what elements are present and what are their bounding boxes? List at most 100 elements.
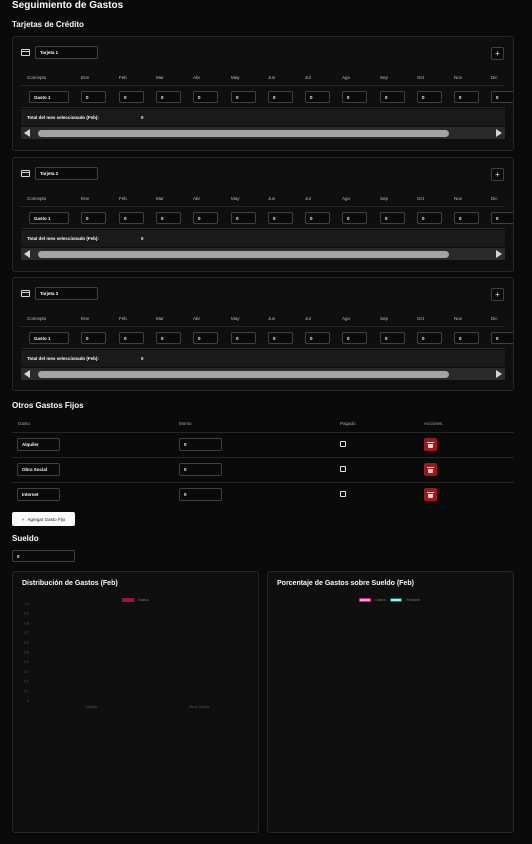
trash-icon (427, 491, 434, 498)
month-value-input[interactable]: 0 (268, 332, 293, 344)
expense-name-input[interactable]: Alquiler (17, 438, 60, 451)
divider (21, 228, 505, 229)
salary-input[interactable]: 0 (12, 550, 75, 562)
month-value-input[interactable]: 0 (231, 332, 256, 344)
month-value-input[interactable]: 0 (342, 332, 367, 344)
month-value-input[interactable]: 0 (305, 91, 330, 103)
y-tick-label: 0.6 (24, 641, 29, 645)
monthly-total-value: 0 (141, 356, 144, 361)
scroll-left-arrow-icon[interactable] (24, 370, 30, 378)
concept-input[interactable]: Gasto 1 (29, 91, 69, 103)
month-value-input[interactable]: 0 (193, 212, 218, 224)
month-value-input[interactable]: 0 (454, 91, 479, 103)
month-value-input[interactable]: 0 (342, 91, 367, 103)
concept-input[interactable]: Gasto 1 (29, 212, 69, 224)
month-value-input[interactable]: 0 (119, 212, 144, 224)
divider (12, 432, 514, 433)
scrollbar-thumb[interactable] (38, 251, 449, 258)
col-header-month: Ene (81, 316, 90, 321)
month-value-input[interactable]: 0 (231, 91, 256, 103)
delete-button[interactable] (424, 463, 437, 476)
month-value-input[interactable]: 0 (380, 332, 405, 344)
horizontal-scrollbar[interactable] (21, 248, 505, 260)
month-value-input[interactable]: 0 (417, 332, 442, 344)
paid-checkbox[interactable] (340, 466, 346, 472)
col-header-paid: Pagado (340, 421, 356, 426)
month-value-input[interactable]: 0 (380, 212, 405, 224)
col-header-actions: Acciones (424, 421, 443, 426)
scroll-left-arrow-icon[interactable] (24, 250, 30, 258)
scroll-right-arrow-icon[interactable] (496, 250, 502, 258)
card-name-input[interactable]: Tarjeta 3 (35, 287, 98, 300)
monthly-total-row: Total del mes seleccionado (Feb): 0 (21, 350, 505, 367)
divider (12, 482, 514, 483)
month-value-input[interactable]: 0 (454, 212, 479, 224)
expense-name-input[interactable]: Obra Social (17, 463, 60, 476)
bar-chart-plot: 1.0 0.9 0.8 0.7 0.6 0.5 0.4 0.3 0.2 0.1 0 Tarjetas O… (24, 602, 209, 709)
month-value-input[interactable]: 0 (81, 332, 106, 344)
card-name-input[interactable]: Tarjeta 2 (35, 167, 98, 180)
month-value-input[interactable]: 0 (231, 212, 256, 224)
col-header-month: Ene (81, 196, 90, 201)
month-value-input[interactable]: 0 (156, 91, 181, 103)
expense-amount-input[interactable]: 0 (179, 463, 222, 476)
add-fixed-expense-label: Agregar Gasto Fijo (27, 516, 66, 522)
col-header-month: May (231, 75, 240, 80)
col-header-month: Sep (380, 75, 389, 80)
month-value-input[interactable]: 0 (417, 91, 442, 103)
paid-checkbox[interactable] (340, 441, 346, 447)
month-value-input[interactable]: 0 (193, 91, 218, 103)
month-value-input[interactable]: 0 (81, 91, 106, 103)
month-value-input[interactable]: 0 (268, 212, 293, 224)
delete-button[interactable] (424, 488, 437, 501)
month-value-input[interactable]: 0 (491, 91, 513, 103)
scrollbar-thumb[interactable] (38, 371, 449, 378)
scroll-left-arrow-icon[interactable] (24, 129, 30, 137)
month-value-input[interactable]: 0 (81, 212, 106, 224)
monthly-total-row: Total del mes seleccionado (Feb): 0 (21, 109, 505, 126)
table-header-row: Concepto Ene Feb Mar Abr May Jun Jul Ago Sep Oct No… (13, 73, 513, 83)
add-row-button[interactable]: + (491, 168, 504, 181)
card-name-input[interactable]: Tarjeta 1 (35, 46, 98, 59)
month-value-input[interactable]: 0 (342, 212, 367, 224)
add-fixed-expense-button[interactable]: + Agregar Gasto Fijo (12, 512, 75, 526)
col-header-concept: Concepto (27, 316, 47, 321)
expense-amount-input[interactable]: 0 (179, 438, 222, 451)
month-value-input[interactable]: 0 (305, 332, 330, 344)
col-header-month: Mar (156, 75, 164, 80)
divider (21, 348, 505, 349)
expense-amount-input[interactable]: 0 (179, 488, 222, 501)
concept-input[interactable]: Gasto 1 (29, 332, 69, 344)
y-tick-label: 1.0 (24, 602, 29, 606)
expense-name-input[interactable]: Internet (17, 488, 60, 501)
table-header-row: Concepto Ene Feb Mar Abr May Jun Jul Ago Sep Oct No… (13, 194, 513, 204)
month-value-input[interactable]: 0 (380, 91, 405, 103)
scroll-right-arrow-icon[interactable] (496, 129, 502, 137)
month-value-input[interactable]: 0 (417, 212, 442, 224)
horizontal-scrollbar[interactable] (21, 368, 505, 380)
horizontal-scrollbar[interactable] (21, 127, 505, 139)
monthly-total-row: Total del mes seleccionado (Feb): 0 (21, 230, 505, 247)
month-value-input[interactable]: 0 (119, 91, 144, 103)
divider (12, 457, 514, 458)
month-value-input[interactable]: 0 (156, 212, 181, 224)
monthly-total-value: 0 (141, 236, 144, 241)
add-row-button[interactable]: + (491, 288, 504, 301)
add-row-button[interactable]: + (491, 47, 504, 60)
month-value-input[interactable]: 0 (454, 332, 479, 344)
col-header-month: Jun (268, 196, 276, 201)
delete-button[interactable] (424, 438, 437, 451)
month-value-input[interactable]: 0 (119, 332, 144, 344)
month-value-input[interactable]: 0 (491, 212, 513, 224)
month-value-input[interactable]: 0 (268, 91, 293, 103)
scroll-right-arrow-icon[interactable] (496, 370, 502, 378)
month-value-input[interactable]: 0 (193, 332, 218, 344)
col-header-month: Oct (417, 316, 425, 321)
col-header-concept: Concepto (27, 196, 47, 201)
monthly-total-label: Total del mes seleccionado (Feb): (27, 236, 99, 241)
scrollbar-thumb[interactable] (38, 130, 449, 137)
paid-checkbox[interactable] (340, 491, 346, 497)
month-value-input[interactable]: 0 (305, 212, 330, 224)
month-value-input[interactable]: 0 (156, 332, 181, 344)
month-value-input[interactable]: 0 (491, 332, 513, 344)
